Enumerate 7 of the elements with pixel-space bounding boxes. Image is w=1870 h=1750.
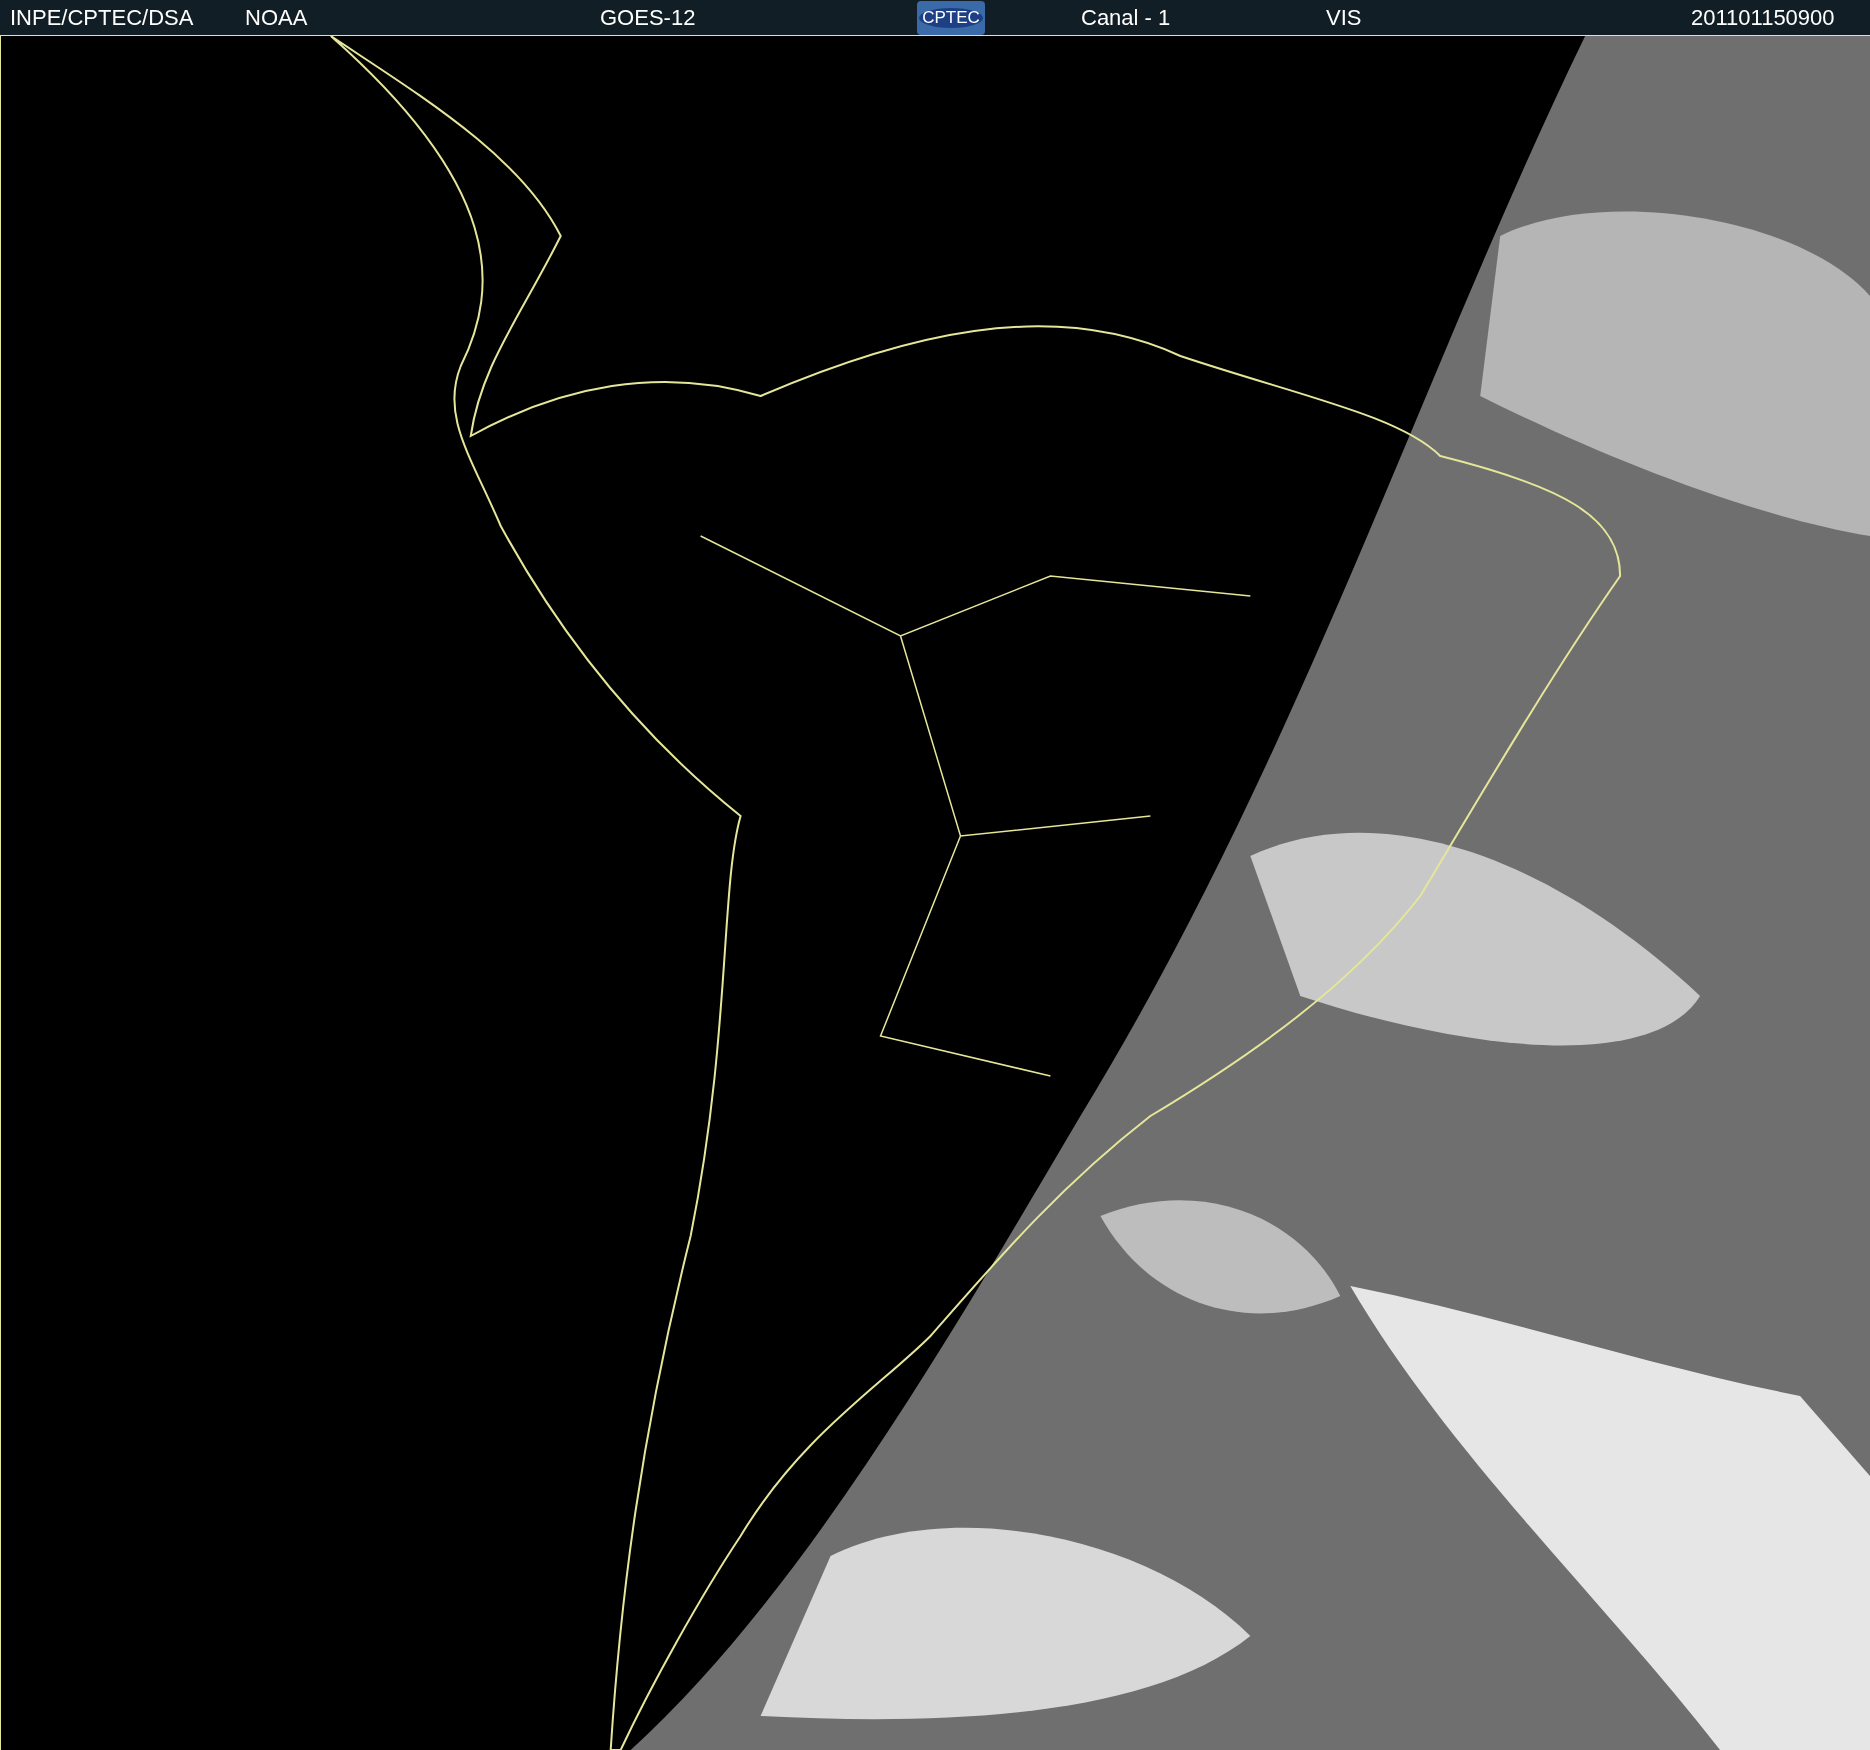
- satellite-label: GOES-12: [600, 4, 697, 32]
- logo: CPTEC: [917, 0, 985, 35]
- timestamp-label: 201101150900: [1691, 4, 1835, 32]
- channel-label: Canal - 1: [1081, 4, 1172, 32]
- source-label: NOAA: [245, 4, 309, 32]
- agency-label: INPE/CPTEC/DSA: [10, 4, 195, 32]
- band-label: VIS: [1326, 4, 1363, 32]
